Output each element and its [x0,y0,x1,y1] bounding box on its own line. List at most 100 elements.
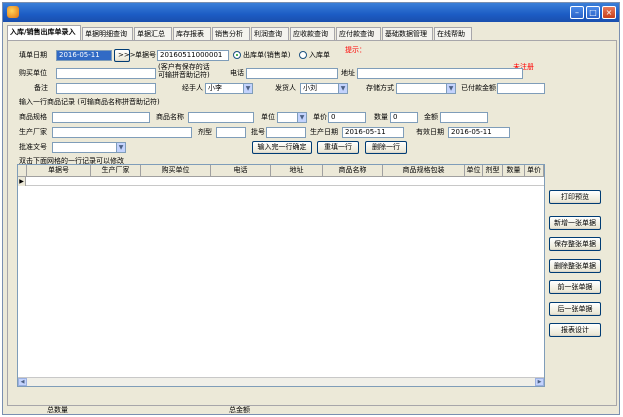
expiry-label: 有效日期 [416,128,444,136]
grid-col-qty[interactable]: 数量 [503,165,525,177]
tab-entry[interactable]: 入库/销售出库单录入 [7,25,81,40]
handler-label: 经手人 [182,84,203,92]
date-input[interactable]: 2016-05-11 [56,50,112,61]
hint-prefix: 提示： [345,46,366,54]
radio-in-order[interactable] [299,51,307,59]
amount-input[interactable] [440,112,488,123]
grid-col-spec[interactable]: 商品规格包装 [383,165,465,177]
item-section-label: 输入一行商品记录 (可输商品名称拼音助记符) [19,98,160,106]
status-bar: 总数量 总金额 [7,406,617,414]
grid-col-phone[interactable]: 电话 [211,165,271,177]
shipper-value: 小刘 [303,84,317,92]
records-grid[interactable]: 单据号 生产厂家 购买单位 电话 地址 商品名称 商品规格包装 单位 剂型 数量… [17,164,545,387]
close-icon[interactable]: × [602,6,616,19]
print-preview-button[interactable]: 打印预览 [549,190,601,204]
grid-col-unit[interactable]: 单位 [465,165,483,177]
qty-label: 数量 [374,113,388,121]
tab-basic-data[interactable]: 基础数据管理 [382,27,433,40]
batch-input[interactable] [266,127,306,138]
tab-profit-query[interactable]: 利润查询 [251,27,289,40]
tab-online-help[interactable]: 在线帮助 [434,27,472,40]
prod-date-input[interactable]: 2016-05-11 [342,127,404,138]
handler-select[interactable]: 小李 ▼ [205,83,253,94]
tab-strip: 入库/销售出库单录入 单据明细查询 单据汇总 库存报表 销售分析 利润查询 应收… [7,25,617,40]
save-document-button[interactable]: 保存整张单据 [549,237,601,251]
horizontal-scrollbar[interactable]: ◀ ▶ [18,377,544,386]
minimize-icon[interactable]: – [570,6,584,19]
chevron-down-icon[interactable]: ▼ [338,84,347,93]
expiry-input[interactable]: 2016-05-11 [448,127,510,138]
grid-header: 单据号 生产厂家 购买单位 电话 地址 商品名称 商品规格包装 单位 剂型 数量… [18,165,544,177]
tab-payable[interactable]: 应付款查询 [336,27,381,40]
date-label: 填单日期 [19,51,47,59]
tab-sales-analysis[interactable]: 销售分析 [212,27,250,40]
spec-input[interactable] [52,112,150,123]
amount-label: 金额 [424,113,438,121]
address-input[interactable] [357,68,523,79]
new-document-button[interactable]: 新增一张单据 [549,216,601,230]
remark-input[interactable] [56,83,156,94]
previous-document-button[interactable]: 前一张单据 [549,280,601,294]
delete-row-button[interactable]: 删除一行 [365,141,407,154]
app-logo-icon [7,6,19,18]
form-label: 剂型 [198,128,212,136]
storage-label: 存储方式 [366,84,394,92]
buyer-hint-1: (客户有保存的话 [158,63,210,71]
doc-no-input[interactable]: 20160511000001 [157,50,229,61]
phone-label: 电话 [230,69,244,77]
grid-col-doc-no[interactable]: 单据号 [27,165,91,177]
maximize-icon[interactable]: □ [586,6,600,19]
chevron-down-icon[interactable]: ▼ [116,143,125,152]
paid-label: 已付款金额 [461,84,496,92]
handler-value: 小李 [208,84,222,92]
grid-col-form[interactable]: 剂型 [483,165,503,177]
shipper-select[interactable]: 小刘 ▼ [300,83,348,94]
grid-col-price[interactable]: 单价 [525,165,544,177]
doc-no-label: 单据号 [135,51,156,59]
next-document-button[interactable]: 后一张单据 [549,302,601,316]
reset-row-button[interactable]: 重填一行 [317,141,359,154]
address-label: 地址 [341,69,355,77]
radio-out-order[interactable] [233,51,241,59]
maker-input[interactable] [52,127,192,138]
jump-button[interactable]: >>> [114,49,136,62]
form-input[interactable] [216,127,246,138]
prod-date-label: 生产日期 [310,128,338,136]
approval-select[interactable]: ▼ [52,142,126,153]
title-bar: – □ × [3,3,619,22]
grid-col-maker[interactable]: 生产厂家 [91,165,141,177]
remark-label: 备注 [34,84,48,92]
price-input[interactable]: 0 [328,112,366,123]
chevron-down-icon[interactable]: ▼ [297,113,306,122]
buyer-input[interactable] [56,68,156,79]
phone-input[interactable] [246,68,338,79]
app-window: – □ × 入库/销售出库单录入 单据明细查询 单据汇总 库存报表 销售分析 利… [2,2,620,415]
scroll-right-icon[interactable]: ▶ [535,378,544,386]
delete-document-button[interactable]: 删除整张单据 [549,259,601,273]
tab-stock-report[interactable]: 库存报表 [173,27,211,40]
scroll-left-icon[interactable]: ◀ [18,378,27,386]
qty-input[interactable]: 0 [390,112,418,123]
total-qty-label: 总数量 [47,406,68,414]
chevron-down-icon[interactable]: ▼ [446,84,455,93]
paid-input[interactable] [497,83,545,94]
price-label: 单价 [313,113,327,121]
grid-col-item-name[interactable]: 商品名称 [323,165,383,177]
current-row-arrow-icon: ▶ [18,177,26,186]
grid-col-buyer[interactable]: 购买单位 [141,165,211,177]
tab-detail-query[interactable]: 单据明细查询 [82,27,133,40]
chevron-down-icon[interactable]: ▼ [243,84,252,93]
unit-select[interactable]: ▼ [277,112,307,123]
table-row[interactable] [18,177,544,186]
maker-label: 生产厂家 [19,128,47,136]
radio-out-label: 出库单(销售单) [243,51,291,59]
unit-label: 单位 [261,113,275,121]
tab-receivable[interactable]: 应收款查询 [290,27,335,40]
tab-summary[interactable]: 单据汇总 [134,27,172,40]
confirm-row-button[interactable]: 输入完一行确定 [252,141,312,154]
total-amount-label: 总金额 [229,406,250,414]
grid-col-address[interactable]: 地址 [271,165,323,177]
report-design-button[interactable]: 报表设计 [549,323,601,337]
storage-select[interactable]: ▼ [396,83,456,94]
name-input[interactable] [188,112,254,123]
